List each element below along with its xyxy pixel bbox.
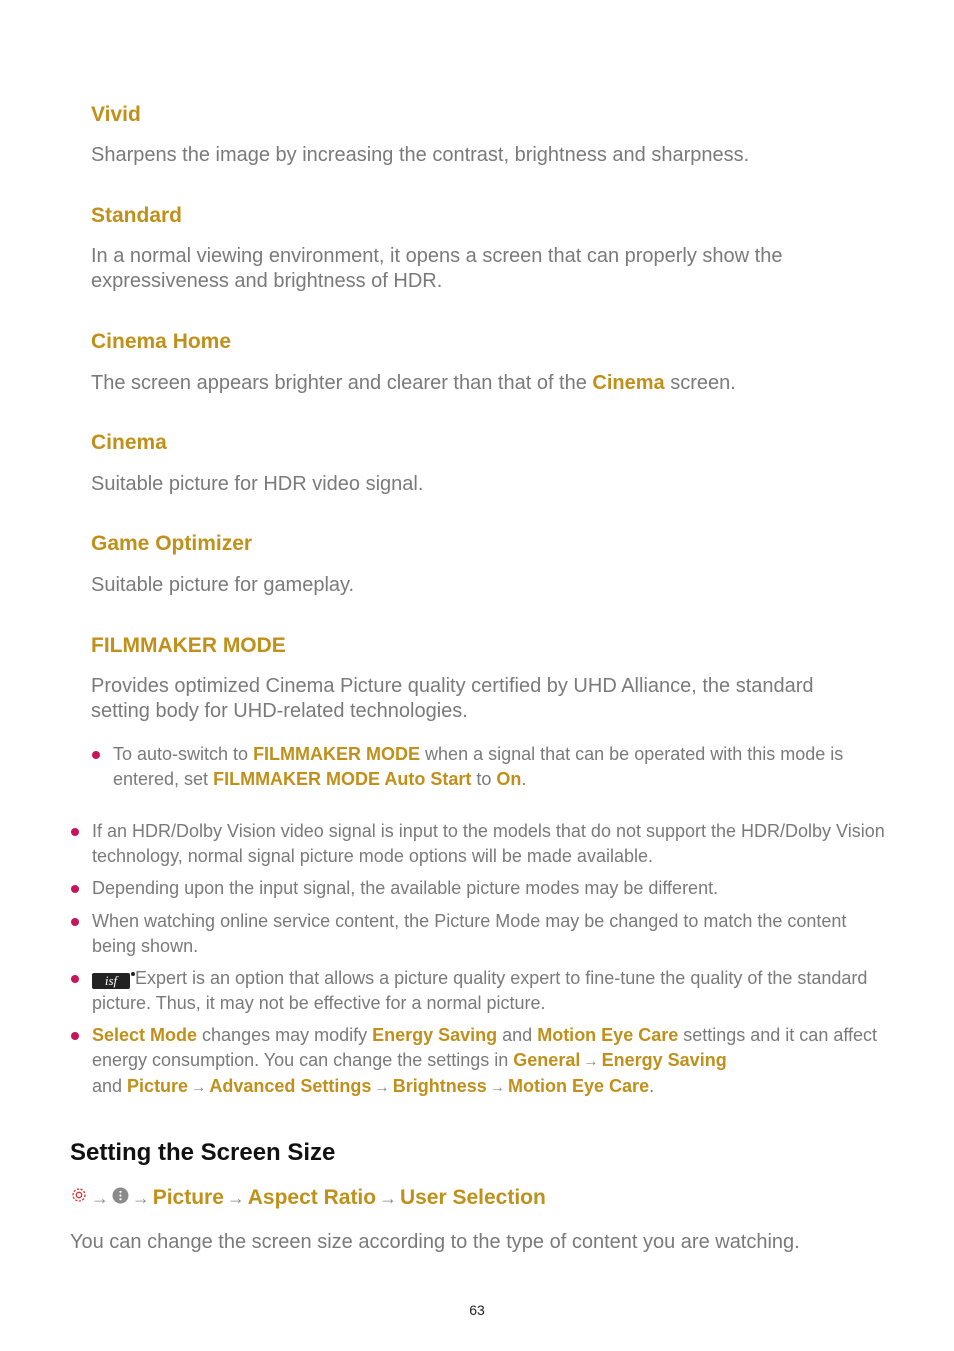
bullet-icon xyxy=(71,918,79,926)
isf-icon: isf xyxy=(92,972,135,989)
bullet-icon xyxy=(92,751,100,759)
mode-title-standard: Standard xyxy=(91,204,183,227)
cinema-link: Cinema xyxy=(592,372,665,394)
gear-icon xyxy=(70,1186,88,1210)
path-aspect-ratio: Aspect Ratio xyxy=(247,1186,377,1209)
mode-desc-vivid: Sharpens the image by increasing the con… xyxy=(91,144,750,166)
filmmaker-note: To auto-switch to FILMMAKER MODE when a … xyxy=(113,744,844,789)
text: screen. xyxy=(664,372,736,394)
path-user-selection: User Selection xyxy=(399,1186,546,1209)
mode-title-vivid: Vivid xyxy=(91,103,141,126)
section-title: Setting the Screen Size xyxy=(70,1139,336,1166)
mode-desc-cinema: Suitable picture for HDR video signal. xyxy=(91,473,424,495)
bullet-icon xyxy=(71,885,79,893)
mode-title-cinema-home: Cinema Home xyxy=(91,330,232,353)
note-hdr: If an HDR/Dolby Vision video signal is i… xyxy=(92,821,885,866)
mode-desc-standard: In a normal viewing environment, it open… xyxy=(91,245,783,292)
mode-desc-filmmaker: Provides optimized Cinema Picture qualit… xyxy=(91,675,814,722)
arrow-icon: → xyxy=(91,1187,109,1208)
more-options-icon xyxy=(112,1186,129,1210)
mode-title-cinema: Cinema xyxy=(91,431,167,454)
arrow-icon: → xyxy=(379,1187,397,1208)
bullet-icon xyxy=(71,1032,79,1040)
mode-title-filmmaker: FILMMAKER MODE xyxy=(91,634,286,657)
text: The screen appears brighter and clearer … xyxy=(91,372,593,394)
bullet-icon xyxy=(71,828,79,836)
note-isf-expert: isf Expert is an option that allows a pi… xyxy=(92,968,868,1013)
note-input-signal: Depending upon the input signal, the ava… xyxy=(92,878,719,898)
page-number: 63 xyxy=(469,1302,485,1318)
arrow-icon: → xyxy=(131,1187,150,1208)
note-online: When watching online service content, th… xyxy=(92,911,847,956)
path-picture: Picture xyxy=(152,1186,224,1209)
bullet-icon xyxy=(71,975,79,983)
note-select-mode: Select Mode changes may modify Energy Sa… xyxy=(92,1025,878,1096)
arrow-icon: → xyxy=(226,1187,245,1208)
mode-title-game-optimizer: Game Optimizer xyxy=(91,532,253,555)
settings-path: → → Picture → Aspect Ratio → User Select… xyxy=(70,1186,546,1210)
mode-desc-game-optimizer: Suitable picture for gameplay. xyxy=(91,574,355,596)
section-intro: You can change the screen size according… xyxy=(70,1231,800,1253)
mode-desc-cinema-home: The screen appears brighter and clearer … xyxy=(91,371,881,396)
